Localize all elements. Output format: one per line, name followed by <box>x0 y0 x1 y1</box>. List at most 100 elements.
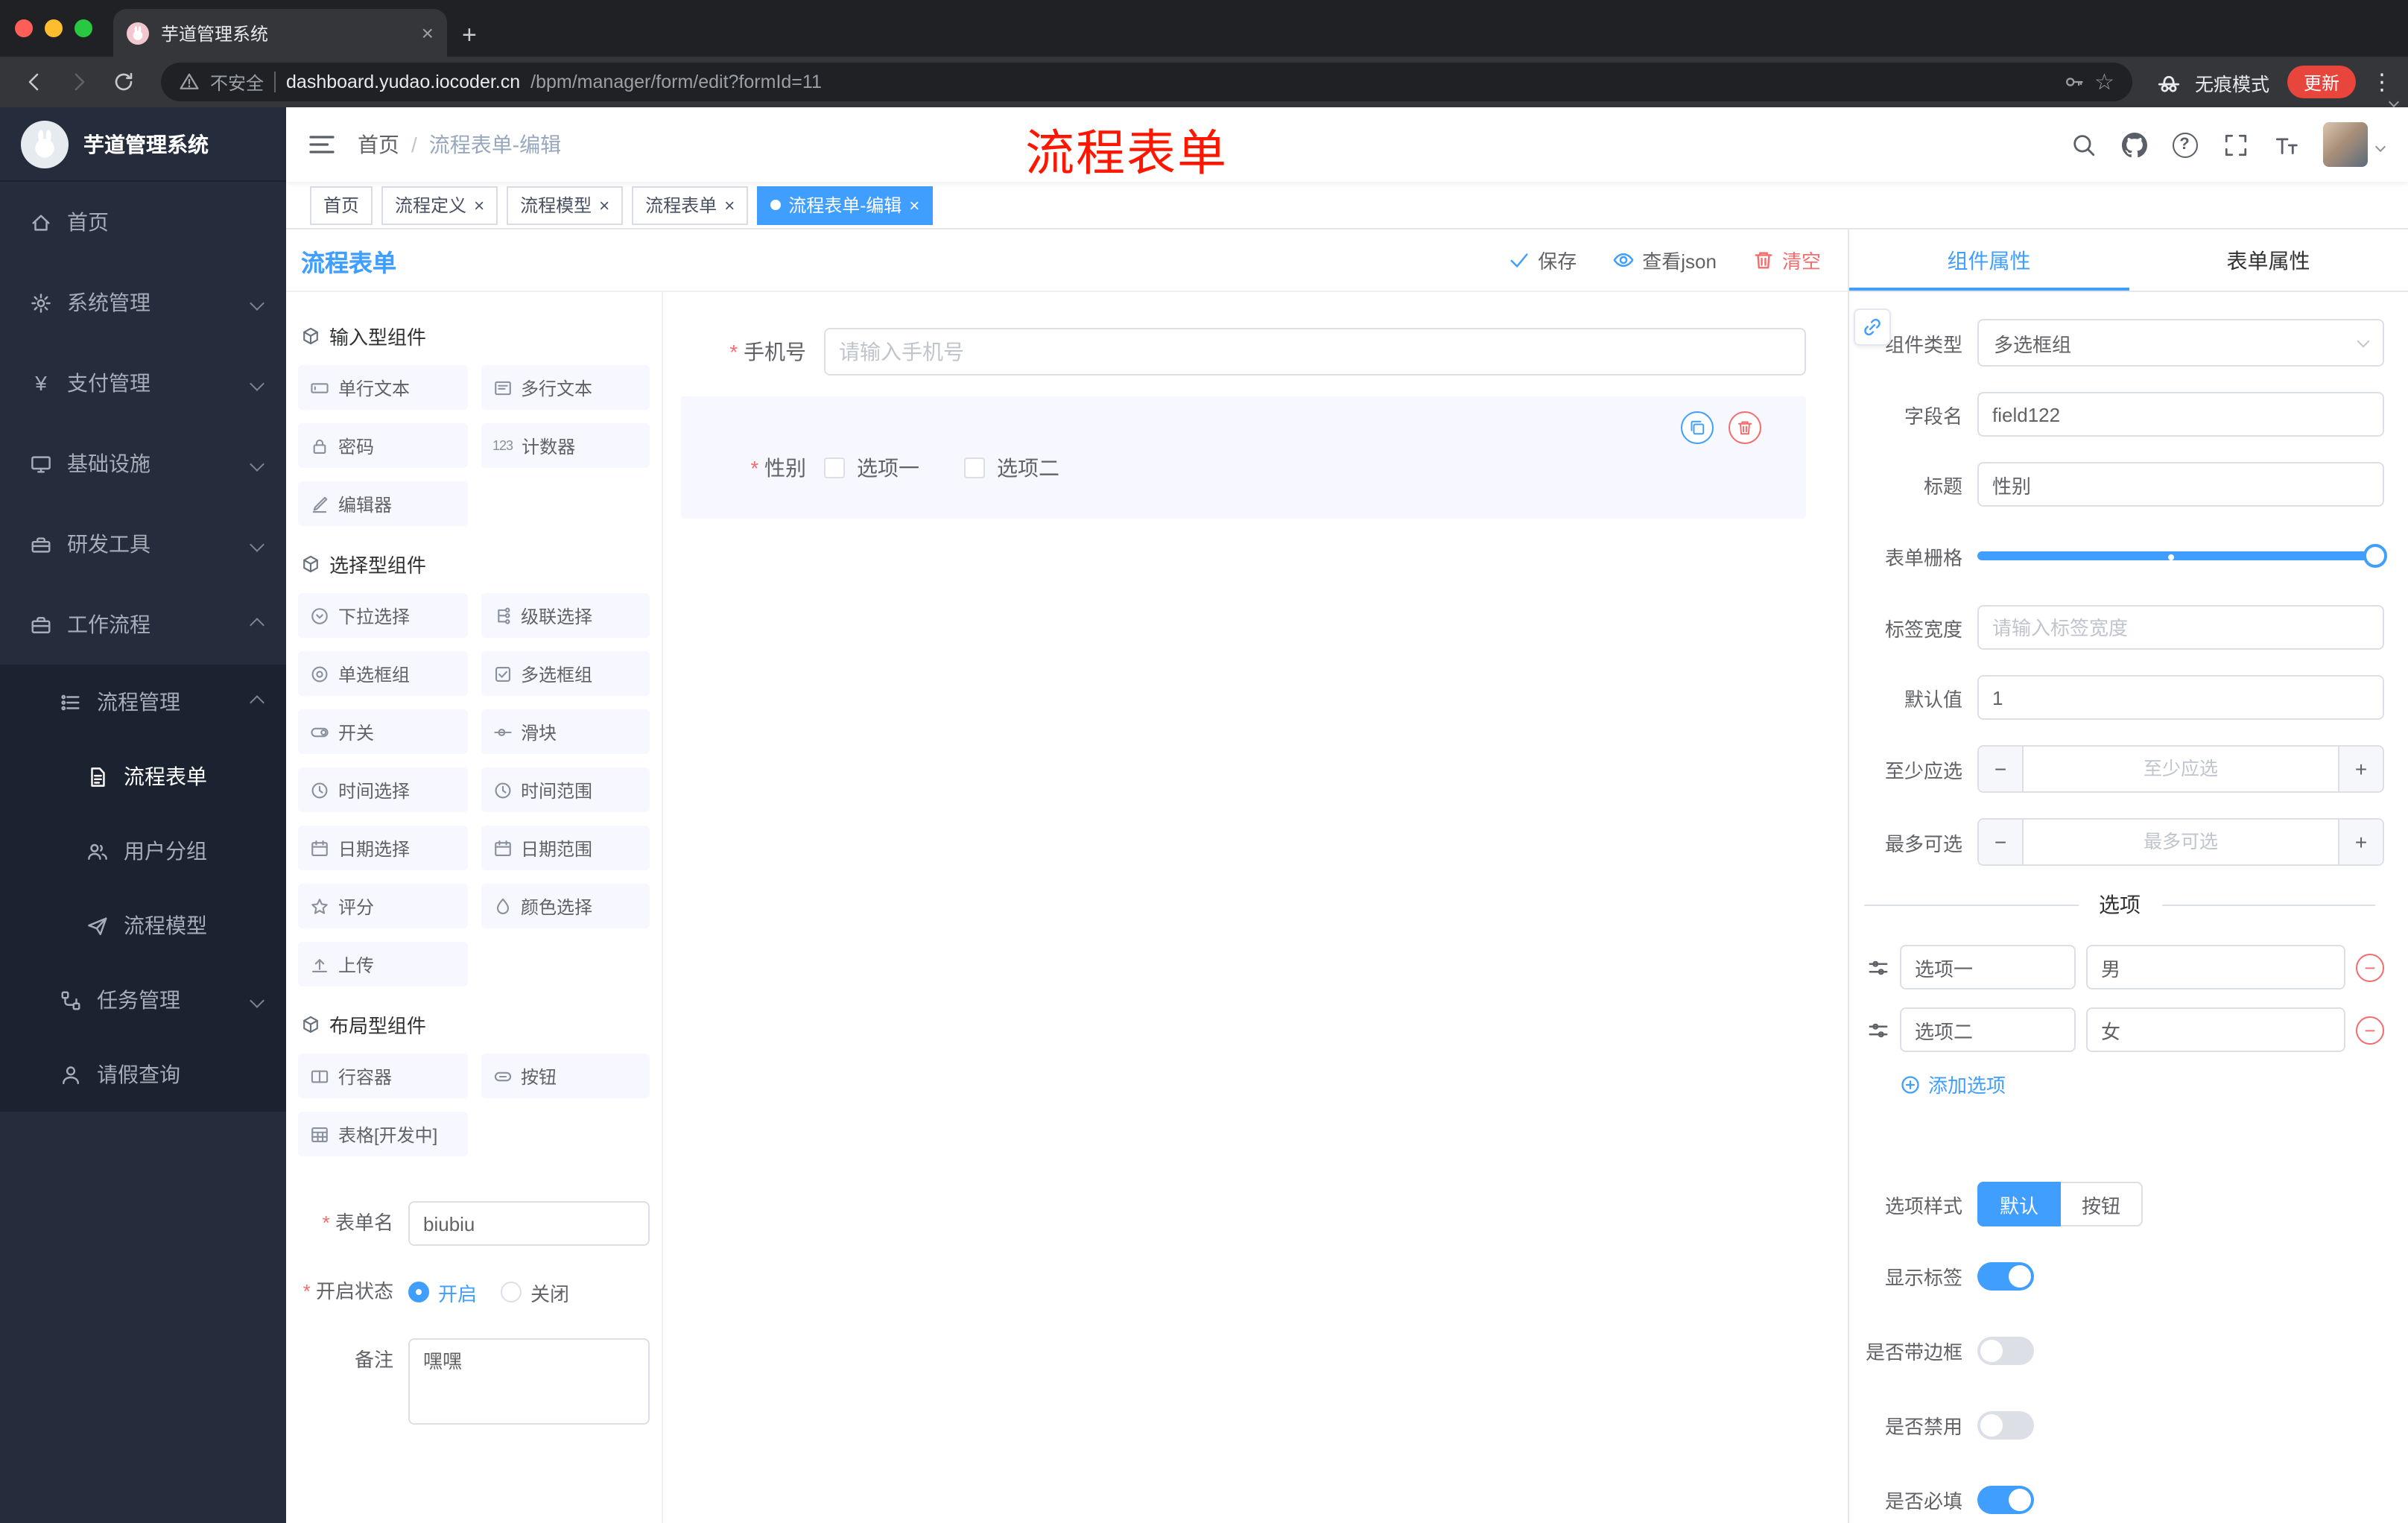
sidebar-item-process-model[interactable]: 流程模型 <box>0 888 286 963</box>
palette-item-single-line-text[interactable]: 单行文本 <box>298 365 467 410</box>
sidebar-item-task-management[interactable]: 任务管理 <box>0 963 286 1037</box>
tab-component-props[interactable]: 组件属性 <box>1849 229 2129 291</box>
close-icon[interactable]: × <box>474 196 484 214</box>
form-name-input[interactable] <box>408 1201 650 1246</box>
palette-item-cascader[interactable]: 级联选择 <box>481 593 650 638</box>
link-icon[interactable] <box>1854 308 1891 346</box>
palette-item-select[interactable]: 下拉选择 <box>298 593 467 638</box>
new-tab-button[interactable]: + <box>462 22 477 48</box>
required-switch[interactable] <box>1977 1485 2034 1513</box>
sidebar-item-process-form[interactable]: 流程表单 <box>0 739 286 814</box>
palette-item-date-range[interactable]: 日期范围 <box>481 826 650 870</box>
palette-item-rate[interactable]: 评分 <box>298 884 467 928</box>
gender-option1-checkbox[interactable] <box>824 457 845 478</box>
decrease-button[interactable]: − <box>1979 820 2024 864</box>
hamburger-icon[interactable] <box>307 130 337 159</box>
component-type-select[interactable]: 多选框组 <box>1977 319 2384 367</box>
tag-process-definition[interactable]: 流程定义 × <box>381 186 498 224</box>
sidebar-item-workflow[interactable]: 工作流程 <box>0 584 286 665</box>
clear-button[interactable]: 清空 <box>1752 246 1821 274</box>
close-icon[interactable]: × <box>724 196 735 214</box>
palette-item-password[interactable]: 密码 <box>298 423 467 468</box>
show-label-switch[interactable] <box>1977 1261 2034 1290</box>
view-json-button[interactable]: 查看json <box>1612 246 1717 274</box>
add-option-button[interactable]: 添加选项 <box>1900 1070 2384 1098</box>
sidebar-item-payment[interactable]: ¥ 支付管理 <box>0 343 286 423</box>
remark-textarea[interactable]: 嘿嘿 <box>408 1338 650 1425</box>
option2-value-input[interactable] <box>2086 1007 2345 1052</box>
save-button[interactable]: 保存 <box>1508 246 1577 274</box>
forward-button[interactable] <box>60 63 98 101</box>
style-default-button[interactable]: 默认 <box>1977 1182 2062 1226</box>
search-icon[interactable] <box>2061 122 2106 167</box>
border-switch[interactable] <box>1977 1336 2034 1364</box>
window-close-button[interactable] <box>15 19 33 37</box>
bookmark-star-icon[interactable]: ☆ <box>2094 71 2114 93</box>
font-size-icon[interactable] <box>2263 122 2308 167</box>
user-avatar[interactable] <box>2323 122 2368 167</box>
sidebar-item-user-group[interactable]: 用户分组 <box>0 814 286 888</box>
reload-button[interactable] <box>104 63 143 101</box>
min-select-input[interactable] <box>2024 747 2338 791</box>
default-value-input[interactable] <box>1977 675 2384 720</box>
palette-item-button[interactable]: 按钮 <box>481 1054 650 1098</box>
palette-item-table[interactable]: 表格[开发中] <box>298 1112 467 1156</box>
disabled-switch[interactable] <box>1977 1410 2034 1439</box>
palette-item-slider[interactable]: 滑块 <box>481 709 650 754</box>
help-icon[interactable]: ? <box>2162 122 2207 167</box>
browser-tab[interactable]: 芋道管理系统 × <box>113 9 447 57</box>
window-zoom-button[interactable] <box>75 19 92 37</box>
github-icon[interactable] <box>2111 122 2156 167</box>
back-button[interactable] <box>15 63 54 101</box>
tag-process-form-edit[interactable]: 流程表单-编辑 × <box>757 186 934 224</box>
fullscreen-icon[interactable] <box>2213 122 2258 167</box>
avatar-caret-icon[interactable] <box>2374 131 2386 158</box>
status-off-radio[interactable] <box>501 1282 522 1302</box>
sidebar-item-system[interactable]: 系统管理 <box>0 262 286 343</box>
sidebar-item-infrastructure[interactable]: 基础设施 <box>0 423 286 504</box>
phone-input[interactable] <box>824 328 1806 376</box>
palette-item-color-picker[interactable]: 颜色选择 <box>481 884 650 928</box>
copy-component-button[interactable] <box>1681 411 1714 444</box>
field-name-input[interactable] <box>1977 392 2384 437</box>
title-input[interactable] <box>1977 462 2384 507</box>
delete-component-button[interactable] <box>1729 411 1761 444</box>
status-on-radio[interactable] <box>408 1282 429 1302</box>
close-icon[interactable]: × <box>599 196 609 214</box>
form-grid-slider[interactable] <box>1977 532 2387 580</box>
palette-item-radio-group[interactable]: 单选框组 <box>298 651 467 696</box>
update-button[interactable]: 更新 <box>2287 66 2356 98</box>
option1-value-input[interactable] <box>2086 945 2345 990</box>
option2-label-input[interactable] <box>1900 1007 2076 1052</box>
decrease-button[interactable]: − <box>1979 747 2024 791</box>
tag-process-form[interactable]: 流程表单 × <box>632 186 749 224</box>
palette-item-date-picker[interactable]: 日期选择 <box>298 826 467 870</box>
tab-form-props[interactable]: 表单属性 <box>2129 229 2408 291</box>
remove-option-button[interactable]: − <box>2356 953 2384 981</box>
increase-button[interactable]: + <box>2338 747 2383 791</box>
palette-item-editor[interactable]: 编辑器 <box>298 481 467 526</box>
drag-handle-icon[interactable] <box>1867 956 1889 978</box>
palette-item-time-picker[interactable]: 时间选择 <box>298 767 467 812</box>
sidebar-item-process-management[interactable]: 流程管理 <box>0 665 286 739</box>
tag-home[interactable]: 首页 <box>310 186 373 224</box>
remove-option-button[interactable]: − <box>2356 1016 2384 1044</box>
style-button-button[interactable]: 按钮 <box>2061 1182 2144 1226</box>
option1-label-input[interactable] <box>1900 945 2076 990</box>
palette-item-upload[interactable]: 上传 <box>298 942 467 987</box>
drag-handle-icon[interactable] <box>1867 1019 1889 1041</box>
breadcrumb-home[interactable]: 首页 <box>358 130 399 159</box>
slider-handle[interactable] <box>2363 544 2387 568</box>
window-minimize-button[interactable] <box>45 19 63 37</box>
palette-item-counter[interactable]: 123 计数器 <box>481 423 650 468</box>
palette-item-switch[interactable]: 开关 <box>298 709 467 754</box>
address-bar[interactable]: 不安全 dashboard.yudao.iocoder.cn/bpm/manag… <box>161 63 2132 101</box>
phone-form-item[interactable]: 手机号 <box>681 328 1806 376</box>
password-key-icon[interactable] <box>2063 72 2084 92</box>
increase-button[interactable]: + <box>2338 820 2383 864</box>
palette-item-multi-line-text[interactable]: 多行文本 <box>481 365 650 410</box>
palette-item-row-container[interactable]: 行容器 <box>298 1054 467 1098</box>
gender-form-item-selected[interactable]: 性别 选项一 选项二 <box>681 396 1806 519</box>
palette-item-checkbox-group[interactable]: 多选框组 <box>481 651 650 696</box>
tab-close-icon[interactable]: × <box>422 22 434 43</box>
